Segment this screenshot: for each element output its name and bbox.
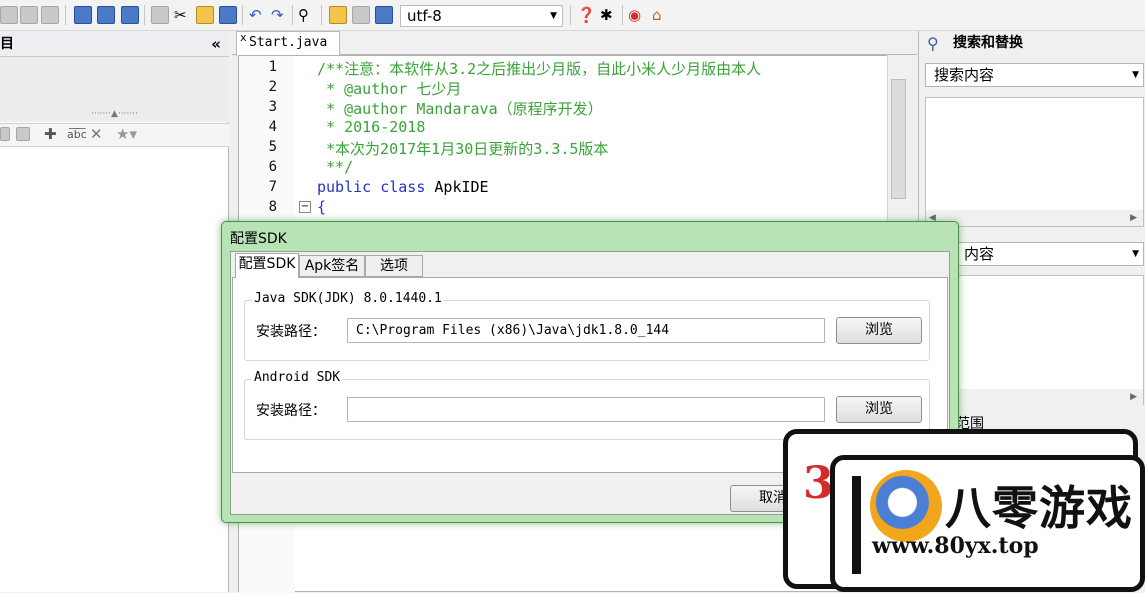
jar-icon[interactable] (329, 6, 347, 24)
android-browse-button[interactable]: 浏览 (836, 396, 922, 423)
close-file-icon[interactable] (41, 6, 59, 24)
main-toolbar: ✂ ↶ ↷ ⚲ utf-8 ▼ ❓ ✱ ◉ ⌂ (0, 0, 1145, 31)
build-icon[interactable] (375, 6, 393, 24)
save-icon[interactable] (74, 6, 92, 24)
watermark-url: www.80yx.top (872, 533, 1039, 559)
line-number: 8 (268, 199, 277, 215)
java-path-input[interactable]: C:\Program Files (x86)\Java\jdk1.8.0_144 (347, 318, 825, 343)
paste-icon[interactable] (196, 6, 214, 24)
add-icon[interactable]: ✚ (44, 124, 57, 144)
find-icon[interactable]: ⚲ (298, 5, 309, 25)
android-install-path-label: 安装路径： (256, 403, 326, 419)
project-panel-header: 目 « (0, 31, 229, 57)
android-icon[interactable] (352, 6, 370, 24)
redo-icon[interactable]: ↷ (271, 5, 284, 25)
chevron-down-icon: ▼ (550, 11, 557, 21)
star-icon[interactable]: ★▾ (116, 124, 137, 144)
java-sdk-group: Java SDK(JDK) 8.0.1440.1 安装路径： C:\Progra… (244, 291, 930, 361)
code-line: *本次为2017年1月30日更新的3.3.5版本 (317, 140, 609, 158)
android-path-input[interactable] (347, 397, 825, 422)
code-line: * @author Mandarava（原程序开发） (317, 100, 603, 118)
weibo-icon[interactable]: ◉ (628, 5, 641, 25)
refresh-icon[interactable] (16, 127, 30, 141)
search-results-box[interactable] (925, 97, 1144, 227)
new-icon[interactable] (0, 6, 18, 24)
tab-config-sdk[interactable]: 配置SDK (235, 253, 299, 278)
line-number: 3 (268, 99, 277, 115)
editor-tab-bar: x Start.java (232, 31, 917, 56)
keyword-public: public (317, 178, 372, 196)
encoding-select[interactable]: utf-8 ▼ (400, 5, 563, 27)
watermark-logo-icon (870, 470, 942, 542)
save-all-icon[interactable] (97, 6, 115, 24)
search-panel-header: ⚲ 搜索和替换 (919, 31, 1145, 56)
open-icon[interactable] (20, 6, 38, 24)
fold-toggle-icon[interactable]: − (299, 201, 311, 213)
line-number: 1 (268, 59, 277, 75)
code-line: /**注意：本软件从3.2之后推出少月版，自此小米人少月版由本人 (317, 60, 762, 78)
line-number: 6 (268, 159, 277, 175)
spell-icon[interactable]: a͞b͞c (67, 125, 87, 145)
tab-apk-signature[interactable]: Apk签名 (299, 255, 365, 277)
java-sdk-group-title: Java SDK(JDK) 8.0.1440.1 (252, 291, 444, 306)
code-line: * @author 七少月 (317, 80, 462, 98)
chevron-down-icon: ▼ (1132, 70, 1139, 80)
dialog-title: 配置SDK (230, 231, 287, 247)
line-number: 5 (268, 139, 277, 155)
bug-icon[interactable]: ✱ (600, 5, 613, 25)
help-icon[interactable]: ❓ (577, 5, 596, 25)
project-panel-title: 目 (0, 36, 14, 52)
left-panel-toolbar: ✚ a͞b͞c ✕ ★▾ (0, 123, 229, 147)
grid-icon[interactable] (0, 127, 10, 141)
java-install-path-label: 安装路径： (256, 324, 326, 340)
line-number: 2 (268, 79, 277, 95)
search-icon: ⚲ (927, 34, 939, 53)
copy-icon[interactable] (151, 6, 169, 24)
tab-start-java[interactable]: x Start.java (236, 31, 340, 56)
line-number: 4 (268, 119, 277, 135)
code-line: * 2016-2018 (317, 118, 426, 136)
search-panel-title: 搜索和替换 (953, 35, 1023, 51)
project-panel: 目 « ·······▲······· ✚ a͞b͞c ✕ ★▾ (0, 31, 229, 592)
export-icon[interactable] (121, 6, 139, 24)
search-input[interactable]: 搜索内容 ▼ (925, 63, 1144, 87)
splitter-grip[interactable]: ·······▲······· (0, 109, 229, 123)
watermark-bar (852, 476, 861, 574)
undo-icon[interactable]: ↶ (249, 5, 262, 25)
chevron-down-icon: ▼ (1132, 249, 1139, 259)
home-icon[interactable]: ⌂ (652, 5, 662, 25)
collapse-panel-icon[interactable]: « (211, 31, 221, 57)
class-name: ApkIDE (425, 178, 489, 196)
code-line: { (317, 198, 327, 216)
replace-placeholder: 内容 (964, 245, 995, 263)
tab-label: Start.java (249, 35, 328, 50)
search-placeholder: 搜索内容 (934, 66, 995, 84)
tab-options[interactable]: 选项 (365, 255, 423, 277)
close-tab-icon[interactable]: x (240, 27, 247, 49)
delete-icon[interactable]: ✕ (90, 124, 103, 144)
replace-icon[interactable] (219, 6, 237, 24)
line-number: 7 (268, 179, 277, 195)
java-browse-button[interactable]: 浏览 (836, 317, 922, 344)
watermark-name: 八零游戏 (945, 481, 1133, 535)
encoding-value: utf-8 (407, 7, 442, 25)
scrollbar-thumb[interactable] (891, 79, 906, 199)
cut-icon[interactable]: ✂ (174, 5, 187, 25)
android-sdk-group-title: Android SDK (252, 370, 343, 385)
code-line: **/ (317, 158, 354, 176)
code-line-class-decl: public class ApkIDE (317, 178, 489, 196)
keyword-class: class (380, 178, 426, 196)
